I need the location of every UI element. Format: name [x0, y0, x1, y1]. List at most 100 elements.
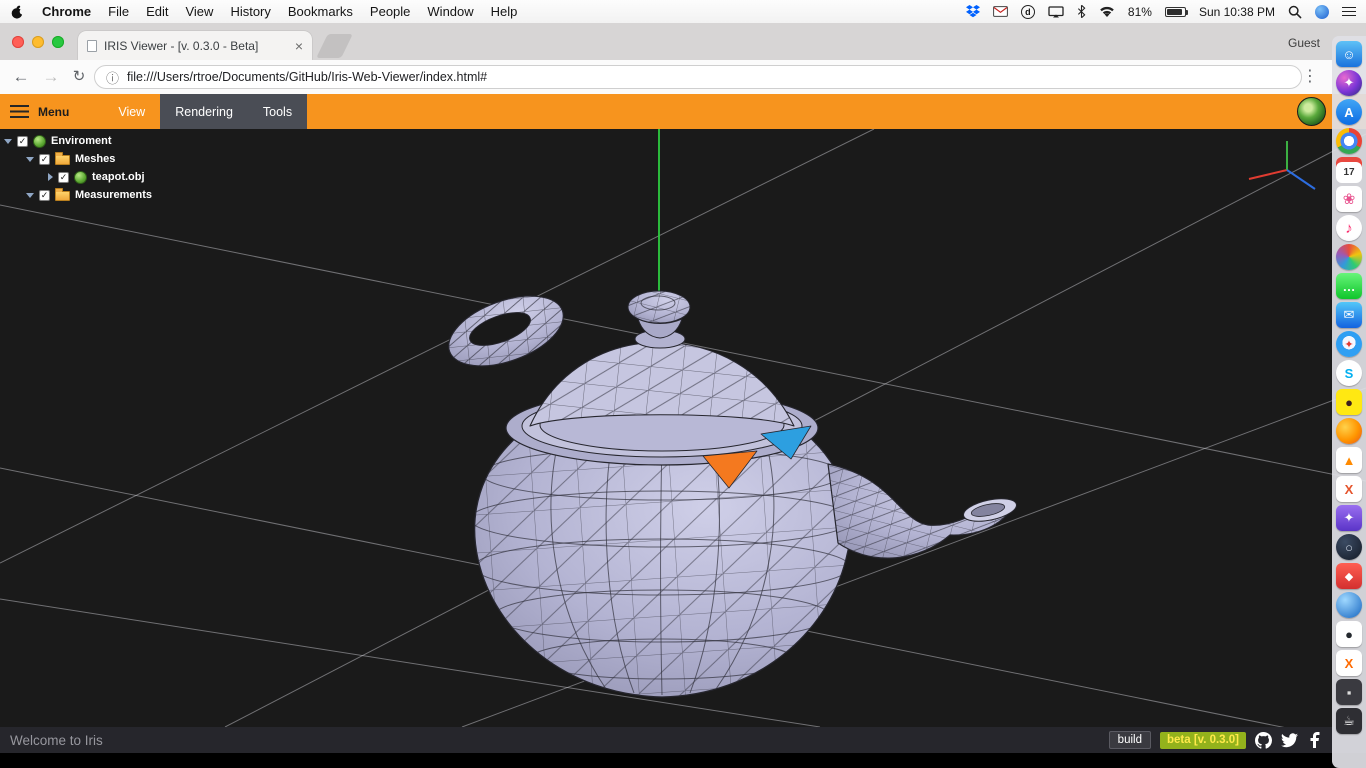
- close-window-button[interactable]: [12, 36, 24, 48]
- dock-steam[interactable]: ○: [1336, 534, 1362, 560]
- visibility-checkbox[interactable]: ✓: [39, 190, 50, 201]
- dock-github-desktop[interactable]: ●: [1336, 621, 1362, 647]
- dropbox-icon[interactable]: [966, 5, 980, 18]
- dock-skype[interactable]: S: [1336, 360, 1362, 386]
- menubar-item[interactable]: History: [230, 4, 270, 19]
- macos-menubar: Chrome File Edit View History Bookmarks Peopl…: [0, 0, 1366, 23]
- tree-row-environment[interactable]: ✓ Enviroment: [4, 132, 152, 150]
- expand-arrow-icon[interactable]: [4, 139, 12, 144]
- viewport-3d[interactable]: ✓ Enviroment ✓ Meshes ✓ teapot.obj ✓ Mea…: [0, 129, 1366, 727]
- dock-siri[interactable]: ✦: [1336, 70, 1362, 96]
- tree-label[interactable]: Meshes: [75, 153, 115, 165]
- menubar-menus: File Edit View History Bookmarks People Window…: [108, 4, 517, 19]
- app-menu-button[interactable]: [0, 94, 38, 129]
- active-app-name[interactable]: Chrome: [42, 4, 91, 19]
- teapot-body[interactable]: [470, 434, 854, 697]
- url-input[interactable]: [127, 70, 1290, 84]
- dock-calendar[interactable]: 17: [1336, 157, 1362, 183]
- browser-tab[interactable]: IRIS Viewer - [v. 0.3.0 - Beta] ×: [78, 31, 312, 60]
- tree-label[interactable]: Measurements: [75, 189, 152, 201]
- menubar-item[interactable]: Window: [427, 4, 473, 19]
- new-tab-button[interactable]: [316, 34, 353, 58]
- minimize-window-button[interactable]: [32, 36, 44, 48]
- tree-label[interactable]: Enviroment: [51, 135, 112, 147]
- tab-tools[interactable]: Tools: [248, 94, 307, 129]
- expand-arrow-icon[interactable]: [26, 193, 34, 198]
- facebook-icon[interactable]: [1307, 732, 1322, 748]
- address-bar[interactable]: ⓘ: [94, 65, 1302, 89]
- tree-row-meshes[interactable]: ✓ Meshes: [4, 150, 152, 168]
- visibility-checkbox[interactable]: ✓: [58, 172, 69, 183]
- reload-button[interactable]: ↻: [66, 64, 92, 90]
- teapot-handle[interactable]: [439, 282, 572, 379]
- apple-logo-icon[interactable]: [10, 4, 25, 20]
- tree-row-measurements[interactable]: ✓ Measurements: [4, 186, 152, 204]
- visibility-checkbox[interactable]: ✓: [39, 154, 50, 165]
- menubar-item[interactable]: File: [108, 4, 129, 19]
- dock-color-wheel[interactable]: [1336, 244, 1362, 270]
- dock-messages[interactable]: …: [1336, 273, 1362, 299]
- menubar-clock[interactable]: Sun 10:38 PM: [1199, 5, 1275, 19]
- viewport-canvas[interactable]: [0, 129, 1366, 727]
- dock-finder[interactable]: ☺: [1336, 41, 1362, 67]
- status-message: Welcome to Iris: [10, 733, 103, 748]
- github-icon[interactable]: [1255, 732, 1272, 749]
- tree-label[interactable]: teapot.obj: [92, 171, 145, 183]
- tab-rendering[interactable]: Rendering: [160, 94, 248, 129]
- collapse-arrow-icon[interactable]: [48, 173, 53, 181]
- teapot-mesh[interactable]: [439, 282, 1018, 697]
- menubar-item[interactable]: People: [370, 4, 410, 19]
- browser-menu-icon[interactable]: ⋮: [1302, 65, 1318, 89]
- tab-view[interactable]: View: [103, 94, 160, 129]
- dock-firefox[interactable]: [1336, 418, 1362, 444]
- dock-vlc[interactable]: ▲: [1336, 447, 1362, 473]
- dock-itunes[interactable]: ♪: [1336, 215, 1362, 241]
- browser-toolbar: ← → ↻ ⓘ ⋮: [0, 60, 1366, 94]
- axis-z: [1287, 170, 1315, 189]
- dock-blue-sphere[interactable]: [1336, 592, 1362, 618]
- wifi-icon[interactable]: [1099, 6, 1115, 18]
- bluetooth-icon[interactable]: [1077, 5, 1086, 18]
- circled-d-icon[interactable]: d: [1021, 5, 1035, 19]
- dock-kakaotalk[interactable]: ●: [1336, 389, 1362, 415]
- dock-app-store[interactable]: A: [1336, 99, 1362, 125]
- twitter-icon[interactable]: [1281, 733, 1298, 748]
- app-toolbar: Menu View Rendering Tools: [0, 94, 1366, 129]
- mail-icon[interactable]: [993, 6, 1008, 17]
- page-favicon: [87, 40, 97, 52]
- teapot-node-icon: [74, 171, 87, 184]
- app-menu-label[interactable]: Menu: [38, 105, 69, 119]
- build-button[interactable]: build: [1109, 731, 1151, 749]
- teapot-spout[interactable]: [828, 464, 1018, 558]
- forward-button[interactable]: →: [38, 64, 64, 90]
- page-info-icon[interactable]: ⓘ: [106, 68, 119, 87]
- visibility-checkbox[interactable]: ✓: [17, 136, 28, 147]
- zoom-window-button[interactable]: [52, 36, 64, 48]
- dock-teapot-app[interactable]: ☕: [1336, 708, 1362, 734]
- dock-mail[interactable]: ✉: [1336, 302, 1362, 328]
- notification-center-icon[interactable]: [1342, 7, 1356, 17]
- spotlight-search-icon[interactable]: [1288, 5, 1302, 19]
- dock-x-app[interactable]: X: [1336, 650, 1362, 676]
- hamburger-icon: [10, 105, 29, 119]
- axis-gizmo: [1249, 141, 1315, 189]
- tab-title: IRIS Viewer - [v. 0.3.0 - Beta]: [104, 39, 289, 53]
- scene-tree-panel: ✓ Enviroment ✓ Meshes ✓ teapot.obj ✓ Mea…: [4, 132, 152, 204]
- back-button[interactable]: ←: [8, 64, 34, 90]
- tab-close-icon[interactable]: ×: [289, 38, 303, 54]
- dock-red-game[interactable]: ◆: [1336, 563, 1362, 589]
- tree-row-teapot[interactable]: ✓ teapot.obj: [4, 168, 152, 186]
- user-avatar[interactable]: [1315, 5, 1329, 19]
- dock-purple-app[interactable]: ✦: [1336, 505, 1362, 531]
- menubar-item[interactable]: View: [185, 4, 213, 19]
- expand-arrow-icon[interactable]: [26, 157, 34, 162]
- menubar-item[interactable]: Help: [491, 4, 518, 19]
- airplay-display-icon[interactable]: [1048, 6, 1064, 18]
- menubar-item[interactable]: Bookmarks: [288, 4, 353, 19]
- dock-dark-app[interactable]: ▪: [1336, 679, 1362, 705]
- dock-chrome[interactable]: [1336, 128, 1362, 154]
- menubar-item[interactable]: Edit: [146, 4, 168, 19]
- dock-photos[interactable]: ❀: [1336, 186, 1362, 212]
- dock-safari[interactable]: ✦: [1336, 331, 1362, 357]
- dock-sketch-x[interactable]: X: [1336, 476, 1362, 502]
